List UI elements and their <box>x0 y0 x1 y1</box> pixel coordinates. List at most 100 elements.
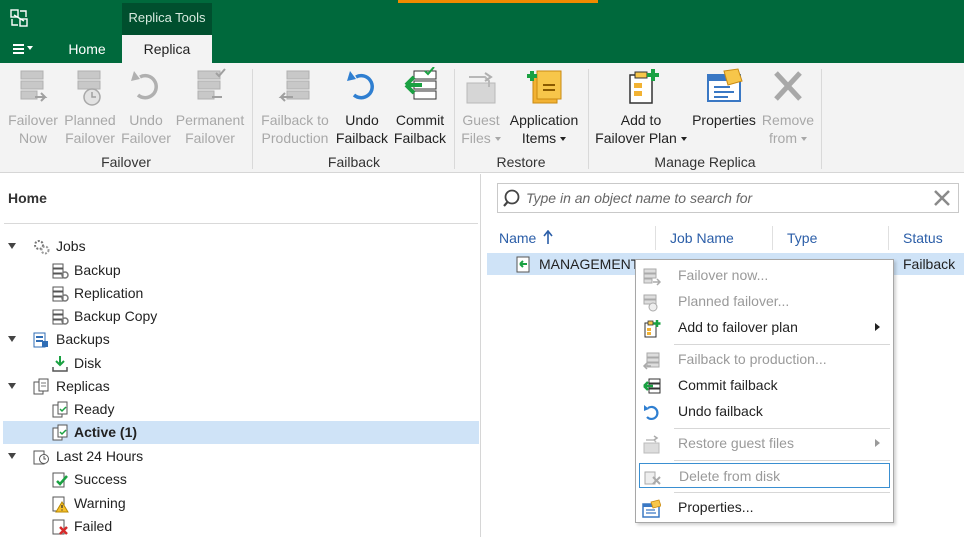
failed-icon <box>52 519 68 535</box>
properties-icon <box>642 499 661 518</box>
column-header-job-name[interactable]: Job Name <box>670 230 734 250</box>
replicas-icon <box>33 378 49 395</box>
menu-item-delete-from-disk[interactable]: Delete from disk <box>639 463 890 488</box>
expand-toggle-icon[interactable] <box>8 243 16 249</box>
backups-icon <box>33 332 48 348</box>
add-to-failover-plan-button[interactable]: Add to Failover Plan <box>594 67 688 153</box>
planned-failover-label-1: Planned <box>64 112 116 128</box>
tree-item-label: Success <box>74 471 127 487</box>
search-box <box>497 183 959 213</box>
tree-item-jobs[interactable]: Jobs <box>0 235 478 258</box>
tree-item-warning[interactable]: Warning <box>0 492 478 515</box>
menu-separator <box>674 344 890 345</box>
menu-item-label: Planned failover... <box>678 293 790 309</box>
tree-item-label: Jobs <box>56 238 86 254</box>
permanent-failover-label-2: Failover <box>185 130 235 146</box>
column-header-status[interactable]: Status <box>903 230 943 250</box>
tree-item-backups[interactable]: Backups <box>0 328 478 351</box>
tree-item-label: Failed <box>74 518 113 534</box>
backup-copy-job-icon <box>52 309 69 325</box>
guest-files-icon <box>466 72 496 104</box>
guest-files-button[interactable]: Guest Files <box>459 67 503 153</box>
undo-failover-button[interactable]: Undo Failover <box>120 67 172 153</box>
tree-item-success[interactable]: Success <box>0 468 478 491</box>
chevron-down-icon <box>494 137 501 142</box>
search-input[interactable] <box>526 188 926 208</box>
planned-failover-button[interactable]: Planned Failover <box>62 67 118 153</box>
tree-item-disk[interactable]: Disk <box>0 352 478 375</box>
failover-now-button[interactable]: Failover Now <box>6 67 60 153</box>
expand-toggle-icon[interactable] <box>8 453 16 459</box>
planned-failover-icon <box>643 294 658 312</box>
menu-item-failback-to-production[interactable]: Failback to production... <box>639 347 890 372</box>
replica-tools-group: Replica Tools <box>122 3 212 35</box>
column-divider[interactable] <box>888 226 889 250</box>
commit-failback-label-2: Failback <box>393 130 447 146</box>
clear-search-icon[interactable] <box>932 188 952 208</box>
tree-item-active[interactable]: Active (1) <box>3 421 479 444</box>
failover-now-label-1: Failover <box>8 112 58 128</box>
tree-item-label: Ready <box>74 401 115 417</box>
properties-button[interactable]: Properties <box>691 67 757 153</box>
expand-toggle-icon[interactable] <box>8 383 16 389</box>
column-divider[interactable] <box>655 226 656 250</box>
tab-home[interactable]: Home <box>52 35 122 63</box>
failback-to-production-icon <box>278 70 310 102</box>
cell-name: MANAGEMENT <box>539 256 640 272</box>
tree-item-backup[interactable]: Backup <box>0 259 478 282</box>
tree-item-replication[interactable]: Replication <box>0 282 478 305</box>
application-items-button[interactable]: Application Items <box>506 67 582 153</box>
active-icon <box>52 424 68 441</box>
accent-bar <box>398 0 598 3</box>
application-items-label-2: Items <box>521 130 557 146</box>
menu-item-failover-now[interactable]: Failover now... <box>639 263 890 288</box>
failback-to-production-button[interactable]: Failback to Production <box>259 67 331 153</box>
permanent-failover-label-1: Permanent <box>175 112 245 128</box>
hamburger-icon <box>13 44 24 46</box>
application-items-icon <box>527 70 562 104</box>
tree-item-label: Disk <box>74 355 102 371</box>
tree-item-failed[interactable]: Failed <box>0 515 478 537</box>
ribbon-tab-row: Home Replica <box>0 35 964 63</box>
remove-from-button[interactable]: Remove from <box>760 67 816 153</box>
commit-failback-button[interactable]: Commit Failback <box>392 67 448 153</box>
remove-from-label-1: Remove <box>761 112 815 128</box>
menu-item-restore-guest-files[interactable]: Restore guest files <box>639 431 890 456</box>
tree-item-label: Last 24 Hours <box>56 448 144 464</box>
permanent-failover-button[interactable]: Permanent Failover <box>174 67 246 153</box>
menu-item-undo-failback[interactable]: Undo failback <box>639 399 890 424</box>
add-to-failover-plan-label-1: Add to <box>620 112 662 128</box>
menu-separator <box>674 428 890 429</box>
menu-item-commit-failback[interactable]: Commit failback <box>639 373 890 398</box>
menu-item-label: Failback to production... <box>678 351 827 367</box>
restore-guest-files-icon <box>643 435 660 454</box>
disk-icon <box>52 356 68 372</box>
menu-item-planned-failover[interactable]: Planned failover... <box>639 289 890 314</box>
tree-item-backup-copy[interactable]: Backup Copy <box>0 305 478 328</box>
search-icon <box>503 189 520 207</box>
failback-to-production-icon <box>642 352 660 370</box>
undo-failover-label-2: Failover <box>121 130 171 146</box>
remove-from-icon <box>774 71 802 101</box>
expand-toggle-icon[interactable] <box>8 336 16 342</box>
manage-replica-group-label: Manage Replica <box>654 154 756 170</box>
menu-item-add-to-failover-plan[interactable]: Add to failover plan <box>639 315 890 340</box>
column-header-name[interactable]: Name <box>499 229 553 250</box>
add-to-failover-plan-icon <box>644 320 661 338</box>
title-bar: Replica Tools <box>0 0 964 35</box>
menu-item-properties[interactable]: Properties... <box>639 495 890 520</box>
menu-item-label: Delete from disk <box>679 468 781 484</box>
add-to-failover-plan-label-2: Failover Plan <box>595 130 677 146</box>
app-logo-icon[interactable] <box>9 8 29 28</box>
tree-item-last-24-hours[interactable]: Last 24 Hours <box>0 445 478 468</box>
tree-item-label: Replication <box>74 285 144 301</box>
tree-item-ready[interactable]: Ready <box>0 398 478 421</box>
column-header-type[interactable]: Type <box>787 230 817 250</box>
main-menu-button[interactable] <box>6 39 38 61</box>
tab-replica[interactable]: Replica <box>122 35 212 63</box>
undo-failback-button[interactable]: Undo Failback <box>334 67 390 153</box>
delete-from-disk-icon <box>644 471 661 485</box>
tree-item-label: Backup <box>74 262 121 278</box>
tree-item-replicas[interactable]: Replicas <box>0 375 478 398</box>
column-divider[interactable] <box>772 226 773 250</box>
